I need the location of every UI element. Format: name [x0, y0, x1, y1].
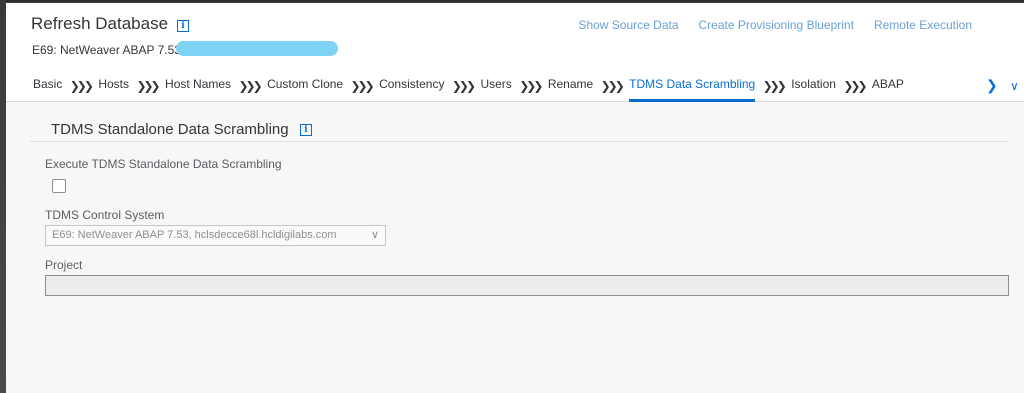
separator-icon: ❯❯❯ — [451, 79, 476, 93]
control-system-label: TDMS Control System — [45, 208, 165, 222]
chevron-down-icon: ∨ — [370, 229, 379, 241]
control-system-select[interactable]: E69: NetWeaver ABAP 7.53, hclsdecce68l.h… — [45, 225, 386, 246]
dialog-header: Refresh Database i E69: NetWeaver ABAP 7… — [6, 3, 1024, 102]
info-icon[interactable]: i — [300, 124, 312, 136]
refresh-database-dialog: Refresh Database i E69: NetWeaver ABAP 7… — [6, 2, 1024, 393]
step-tabbar: Basic ❯❯❯ Hosts ❯❯❯ Host Names ❯❯❯ Custo… — [6, 71, 1024, 102]
tab-hosts[interactable]: Hosts — [98, 71, 129, 101]
execute-scrambling-checkbox[interactable] — [52, 179, 66, 193]
step-content: TDMS Standalone Data Scrambling i Execut… — [6, 102, 1024, 393]
tab-consistency[interactable]: Consistency — [379, 71, 444, 101]
redacted-hostname — [176, 41, 338, 56]
chevron-down-icon[interactable]: ∨ — [1010, 79, 1019, 93]
tab-rename[interactable]: Rename — [548, 71, 593, 101]
separator-icon: ❯❯❯ — [238, 79, 262, 93]
remote-execution-link[interactable]: Remote Execution — [874, 18, 972, 32]
separator-icon: ❯❯❯ — [350, 79, 375, 93]
chevron-right-icon[interactable]: ❯ — [986, 77, 998, 94]
tab-abap[interactable]: ABAP — [872, 71, 904, 101]
system-subtitle: E69: NetWeaver ABAP 7.53, — [32, 43, 185, 57]
tab-host-names[interactable]: Host Names — [165, 71, 231, 101]
control-system-value: E69: NetWeaver ABAP 7.53, hclsdecce68l.h… — [52, 229, 337, 241]
execute-scrambling-label: Execute TDMS Standalone Data Scrambling — [45, 157, 282, 171]
header-actions: Show Source Data Create Provisioning Blu… — [578, 18, 972, 32]
section-divider — [30, 141, 1009, 142]
page-title: Refresh Database — [31, 14, 169, 33]
project-label: Project — [45, 258, 83, 272]
tab-tdms-data-scrambling[interactable]: TDMS Data Scrambling — [629, 71, 756, 102]
separator-icon: ❯❯❯ — [762, 79, 787, 93]
tab-isolation[interactable]: Isolation — [791, 71, 836, 101]
show-source-data-link[interactable]: Show Source Data — [578, 18, 678, 32]
tab-users[interactable]: Users — [480, 71, 511, 101]
separator-icon: ❯❯❯ — [136, 79, 160, 93]
section-title: TDMS Standalone Data Scrambling — [51, 121, 289, 138]
tab-custom-clone[interactable]: Custom Clone — [267, 71, 343, 101]
separator-icon: ❯❯❯ — [519, 79, 543, 93]
separator-icon: ❯❯❯ — [69, 79, 94, 93]
info-icon[interactable]: i — [177, 20, 189, 32]
separator-icon: ❯❯❯ — [600, 79, 625, 93]
separator-icon: ❯❯❯ — [843, 79, 867, 93]
project-input[interactable] — [45, 275, 1009, 296]
create-provisioning-blueprint-link[interactable]: Create Provisioning Blueprint — [699, 18, 854, 32]
tab-basic[interactable]: Basic — [33, 71, 62, 101]
